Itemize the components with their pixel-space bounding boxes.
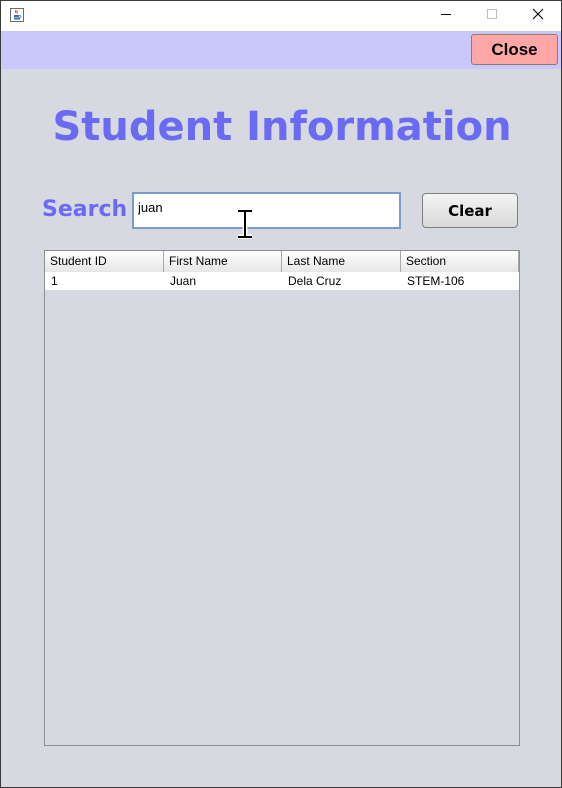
column-header-section[interactable]: Section — [401, 251, 519, 272]
student-table: Student ID First Name Last Name Section … — [44, 250, 520, 746]
cell-first-name[interactable]: Juan — [164, 272, 282, 290]
column-header-last-name[interactable]: Last Name — [282, 251, 401, 272]
page-title: Student Information — [52, 104, 512, 150]
text-cursor-icon — [236, 208, 254, 240]
maximize-button[interactable] — [469, 1, 515, 31]
title-bar — [1, 1, 561, 31]
window-close-button[interactable] — [515, 1, 561, 31]
search-label: Search — [42, 197, 128, 222]
table-row[interactable]: 1 Juan Dela Cruz STEM-106 — [45, 272, 519, 290]
minimize-icon — [440, 7, 452, 25]
cell-section[interactable]: STEM-106 — [401, 272, 519, 290]
column-header-first-name[interactable]: First Name — [164, 251, 282, 272]
java-cup-icon — [10, 8, 24, 22]
column-header-student-id[interactable]: Student ID — [45, 251, 164, 272]
table-header: Student ID First Name Last Name Section — [45, 251, 519, 273]
close-icon — [532, 7, 544, 25]
close-button[interactable]: Close — [471, 34, 558, 65]
cell-last-name[interactable]: Dela Cruz — [282, 272, 401, 290]
maximize-icon — [486, 7, 498, 25]
cell-student-id[interactable]: 1 — [45, 272, 164, 290]
search-input[interactable] — [132, 192, 401, 229]
app-window: Close Student Information Search Clear S… — [0, 0, 562, 788]
clear-button[interactable]: Clear — [422, 193, 518, 228]
header-bar: Close — [1, 31, 561, 69]
minimize-button[interactable] — [423, 1, 469, 31]
